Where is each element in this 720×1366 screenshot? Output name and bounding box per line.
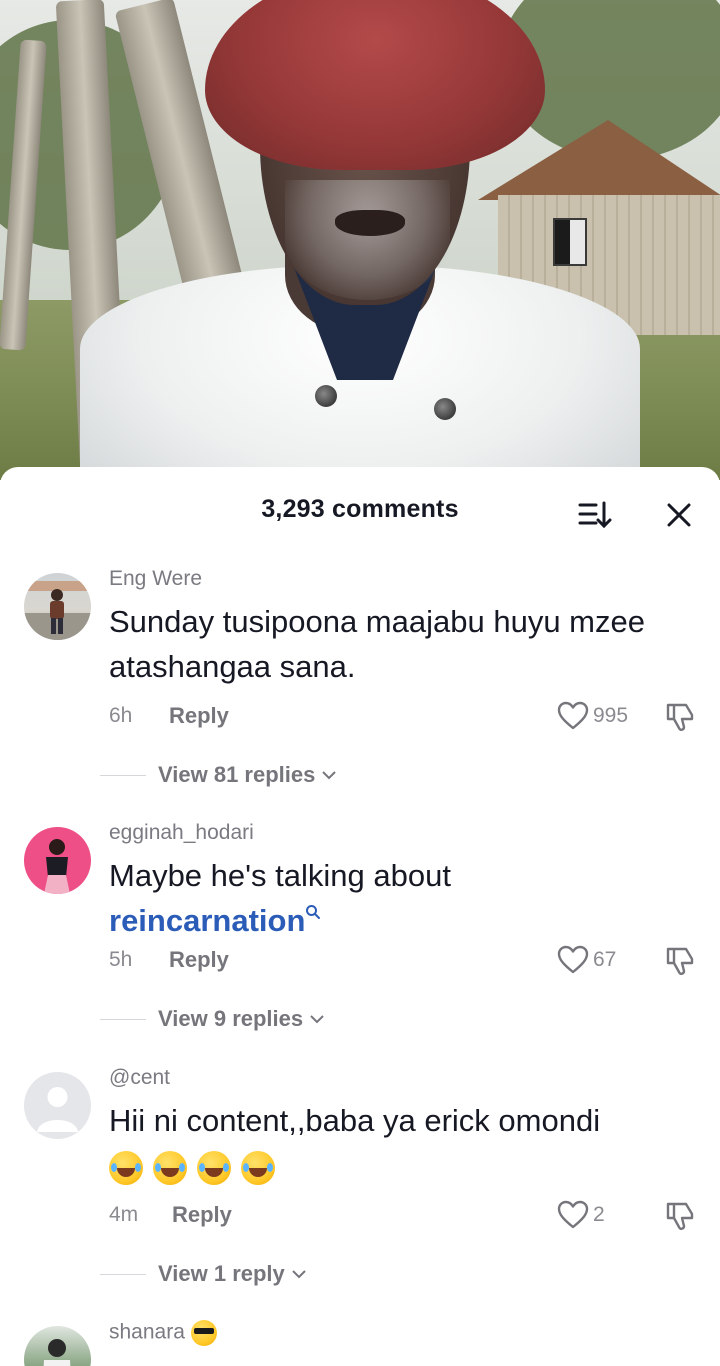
chevron-down-icon — [292, 1270, 306, 1279]
comment-username[interactable]: shanara — [109, 1320, 217, 1346]
comment-text-body: Maybe he's talking about — [109, 858, 451, 893]
comment-text: Maybe he's talking about reincarnation — [109, 853, 669, 943]
heart-icon — [557, 701, 589, 730]
avatar[interactable] — [24, 1072, 91, 1139]
comment-time: 4m — [109, 1203, 139, 1226]
avatar[interactable] — [24, 827, 91, 894]
laughing-emoji-icon — [241, 1150, 275, 1185]
dislike-icon[interactable] — [664, 701, 696, 733]
like-count: 995 — [593, 704, 629, 727]
view-replies-label: View 81 replies — [158, 762, 316, 787]
comment-text: Sunday tusipoona maajabu huyu mzee atash… — [109, 604, 645, 684]
video-person — [80, 0, 640, 480]
view-replies-button[interactable]: View 81 replies — [100, 762, 337, 788]
heart-icon — [557, 945, 589, 974]
like-button[interactable]: 67 — [557, 945, 616, 975]
chevron-down-icon — [322, 771, 337, 780]
search-link[interactable]: reincarnation — [109, 903, 305, 938]
like-count: 67 — [593, 948, 617, 971]
comment-username[interactable]: @cent — [109, 1066, 170, 1090]
search-icon[interactable] — [305, 904, 321, 920]
close-icon[interactable] — [661, 497, 697, 533]
sort-icon[interactable] — [577, 497, 613, 533]
laughing-emoji-icon — [153, 1150, 187, 1185]
comments-header: 3,293 comments — [0, 467, 720, 553]
laughing-emoji-icon — [109, 1150, 143, 1185]
comment-time: 6h — [109, 704, 133, 727]
view-replies-label: View 9 replies — [158, 1006, 304, 1031]
avatar[interactable] — [24, 1326, 91, 1366]
replies-divider — [100, 1018, 146, 1020]
like-count: 2 — [593, 1203, 605, 1226]
replies-divider — [100, 1273, 146, 1275]
replies-divider — [100, 774, 146, 776]
comment-username[interactable]: egginah_hodari — [109, 821, 254, 845]
comment-username[interactable]: Eng Were — [109, 567, 202, 591]
like-button[interactable]: 2 — [557, 1200, 605, 1230]
avatar[interactable] — [24, 573, 91, 640]
comment-username-text: shanara — [109, 1320, 185, 1344]
comment-text: Hii ni content,,baba ya erick omondi — [109, 1098, 669, 1188]
comment-text-body: Hii ni content,,baba ya erick omondi — [109, 1103, 601, 1138]
reply-button[interactable]: Reply — [172, 1202, 232, 1228]
view-replies-button[interactable]: View 1 reply — [100, 1261, 307, 1287]
sunglasses-emoji-icon — [190, 1320, 217, 1346]
chevron-down-icon — [310, 1015, 324, 1024]
reply-button[interactable]: Reply — [169, 703, 229, 729]
laughing-emoji-icon — [197, 1150, 231, 1185]
view-replies-button[interactable]: View 9 replies — [100, 1006, 325, 1032]
comment-time: 5h — [109, 948, 133, 971]
reply-button[interactable]: Reply — [169, 947, 229, 973]
video-player[interactable] — [0, 0, 720, 480]
comments-sheet: 3,293 comments Eng Were Sunday tusipoona… — [0, 467, 720, 1366]
like-button[interactable]: 995 — [557, 701, 628, 731]
dislike-icon[interactable] — [664, 945, 696, 977]
dislike-icon[interactable] — [664, 1200, 696, 1232]
heart-icon — [557, 1200, 589, 1229]
view-replies-label: View 1 reply — [158, 1261, 285, 1286]
